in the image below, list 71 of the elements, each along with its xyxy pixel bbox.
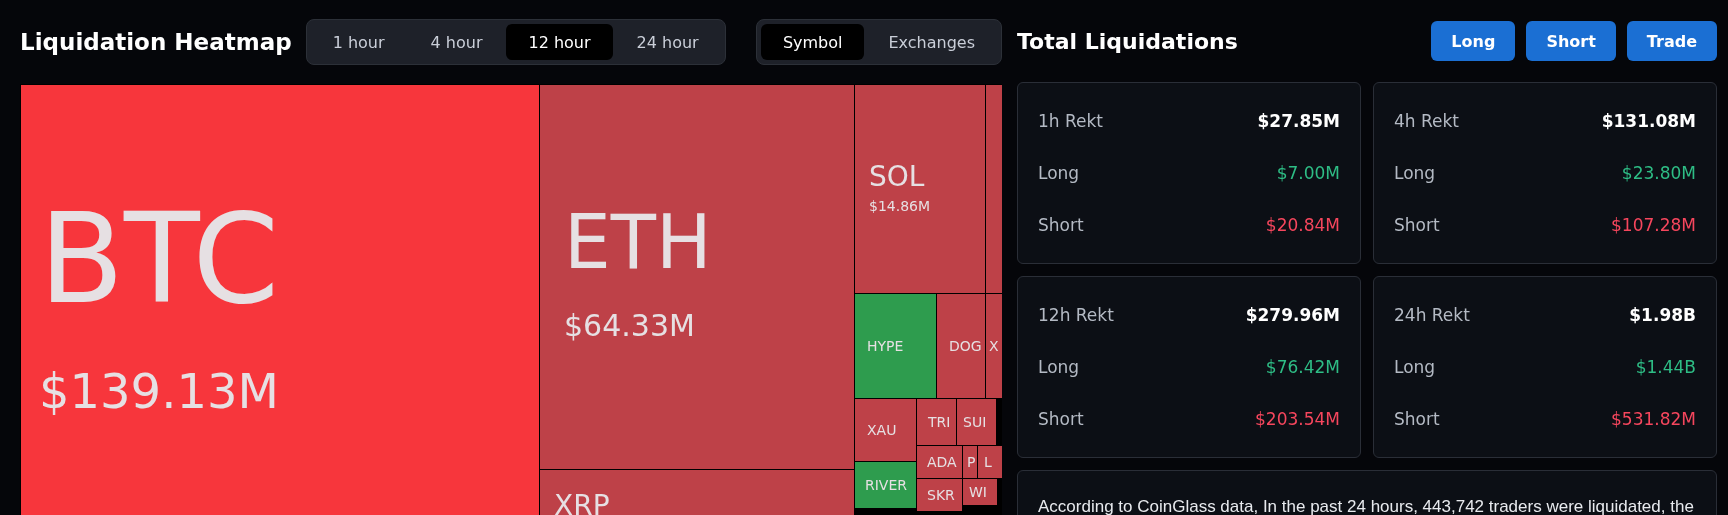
symbol-label: TRI <box>928 415 952 429</box>
period-label: 1h Rekt <box>1038 111 1103 131</box>
long-value: $7.00M <box>1276 163 1340 183</box>
total-value: $131.08M <box>1601 111 1696 131</box>
symbol-label: SKR <box>927 488 956 502</box>
short-value: $20.84M <box>1265 215 1340 235</box>
symbol-label: RIVER <box>865 478 908 492</box>
symbol-label: DOG <box>949 339 983 353</box>
treemap-tile[interactable]: SKR <box>916 478 963 512</box>
totals-title: Total Liquidations <box>1017 28 1239 54</box>
total-value: $27.85M <box>1257 111 1340 131</box>
summary-text: According to CoinGlass data, In the past 24 hours, 443,742 traders were liquidated, the <box>1038 496 1695 515</box>
treemap-tile[interactable]: SUI <box>956 398 997 446</box>
time-range-tab[interactable]: 12 hour <box>506 24 613 60</box>
symbol-label: P <box>967 455 977 469</box>
liquidation-value: $139.13M <box>39 367 280 415</box>
treemap-tile[interactable]: XAU <box>854 398 917 462</box>
treemap-tile[interactable]: XRP <box>539 469 855 515</box>
treemap-tile[interactable]: ETH $64.33M <box>539 84 855 470</box>
symbol-label: ETH <box>564 205 713 279</box>
time-range-tab[interactable]: 1 hour <box>310 24 407 60</box>
liquidation-value: $64.33M <box>564 311 696 341</box>
long-value: $1.44B <box>1635 357 1696 377</box>
symbol-label: WI <box>969 485 988 499</box>
period-label: 12h Rekt <box>1038 305 1114 325</box>
treemap-tile[interactable]: L <box>977 445 1002 479</box>
treemap-tile[interactable]: SOL $14.86M <box>854 84 986 294</box>
short-label: Short <box>1038 215 1084 235</box>
short-label: Short <box>1038 409 1084 429</box>
treemap-tile[interactable]: RIVER <box>854 461 917 509</box>
symbol-label: XRP <box>554 492 611 515</box>
treemap-tile[interactable]: P <box>962 445 978 479</box>
period-label: 24h Rekt <box>1394 305 1470 325</box>
treemap-tile[interactable]: BTC $139.13M <box>20 84 540 515</box>
long-label: Long <box>1038 163 1080 183</box>
long-label: Long <box>1038 357 1080 377</box>
treemap-tile[interactable]: ADA <box>916 445 963 479</box>
period-label: 4h Rekt <box>1394 111 1459 131</box>
long-value: $76.42M <box>1265 357 1340 377</box>
total-value: $279.96M <box>1245 305 1340 325</box>
time-range-tab[interactable]: 4 hour <box>408 24 505 60</box>
symbol-label: XAU <box>867 423 898 437</box>
liquidation-value: $14.86M <box>869 199 932 213</box>
view-tab[interactable]: Exchanges <box>866 24 997 60</box>
short-label: Short <box>1394 215 1440 235</box>
short-value: $203.54M <box>1255 409 1340 429</box>
short-value: $107.28M <box>1611 215 1696 235</box>
symbol-label: SUI <box>963 415 988 429</box>
long-label: Long <box>1394 357 1436 377</box>
treemap-tile[interactable]: WI <box>962 478 998 506</box>
symbol-label: ADA <box>927 455 958 469</box>
treemap-tile[interactable]: DOG <box>936 293 986 399</box>
time-range-tab[interactable]: 24 hour <box>614 24 721 60</box>
symbol-label: HYPE <box>867 339 905 353</box>
long-value: $23.80M <box>1621 163 1696 183</box>
symbol-label: BTC <box>39 197 281 321</box>
treemap-tile[interactable]: TRI <box>916 398 957 446</box>
action-button[interactable]: Long <box>1431 21 1516 61</box>
action-button[interactable]: Trade <box>1626 21 1717 61</box>
action-button[interactable]: Short <box>1526 21 1616 61</box>
symbol-label: SOL <box>869 163 926 191</box>
treemap-tile[interactable]: HYPE <box>854 293 937 399</box>
short-value: $531.82M <box>1611 409 1696 429</box>
heatmap-title: Liquidation Heatmap <box>20 29 292 55</box>
view-tab[interactable]: Symbol <box>760 24 865 60</box>
symbol-label: X <box>989 339 1000 353</box>
total-value: $1.98B <box>1629 305 1696 325</box>
symbol-label: L <box>984 455 993 469</box>
treemap-tile[interactable]: X <box>985 293 1002 399</box>
short-label: Short <box>1394 409 1440 429</box>
long-label: Long <box>1394 163 1436 183</box>
